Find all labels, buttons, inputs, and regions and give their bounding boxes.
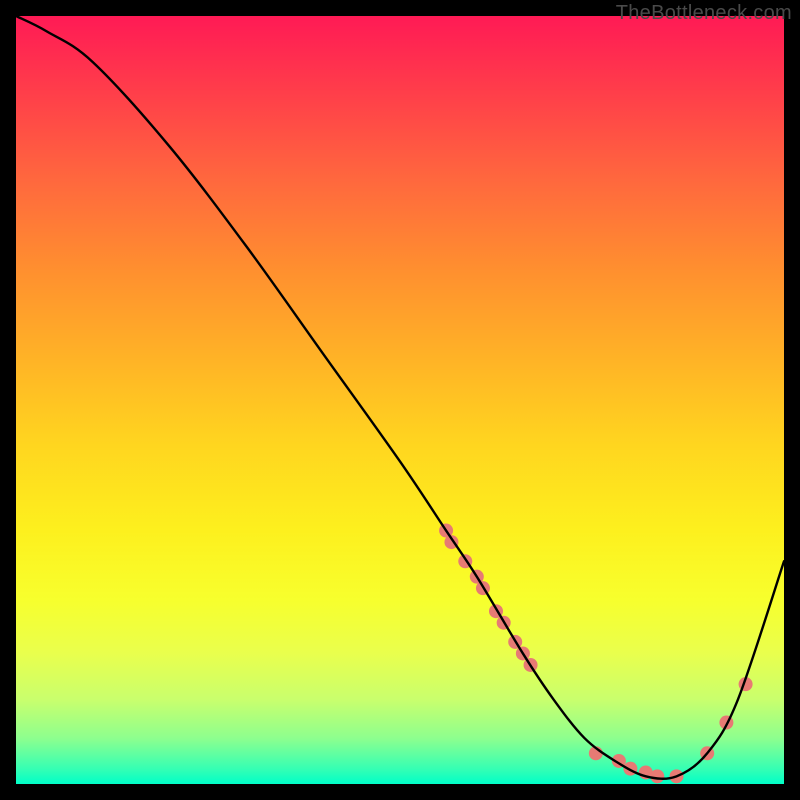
watermark-text: TheBottleneck.com: [616, 2, 792, 25]
dots-layer: [439, 524, 753, 784]
chart-svg: [16, 16, 784, 784]
plot-area: [16, 16, 784, 784]
curve-path: [16, 16, 784, 779]
stage: TheBottleneck.com: [0, 0, 800, 800]
data-dot: [650, 769, 664, 783]
